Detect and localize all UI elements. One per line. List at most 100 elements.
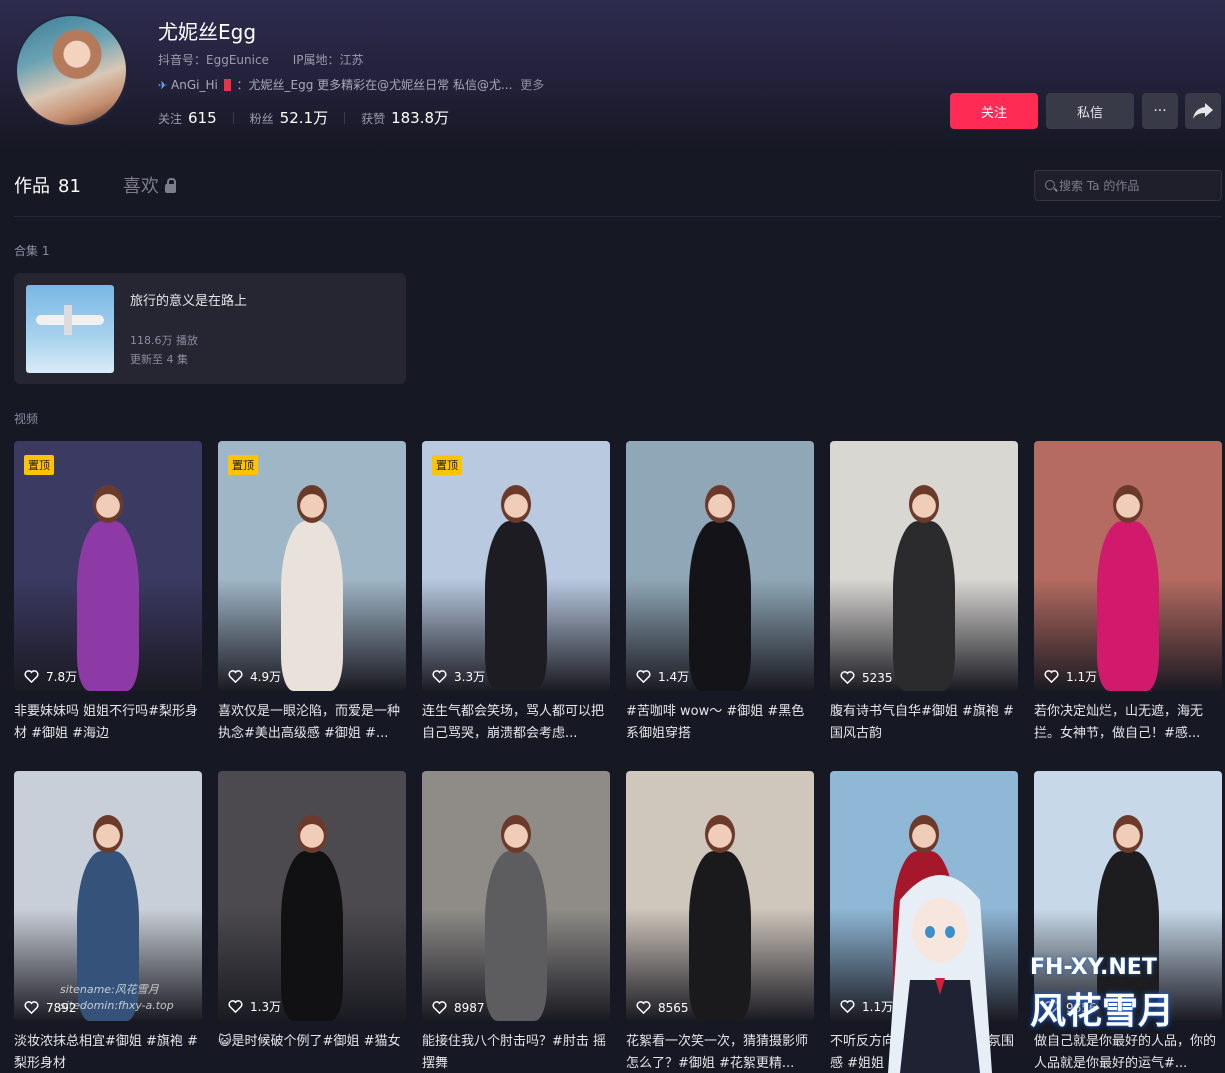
like-count: 1.1万 [1066, 670, 1098, 684]
heart-icon [228, 670, 243, 684]
video-caption[interactable]: 连生气都会笑场，骂人都可以把自己骂哭，崩溃都会考虑... [422, 701, 610, 745]
video-likes: 8987 [432, 1000, 485, 1015]
video-card[interactable]: 8565 花絮看一次笑一次，猜猜摄影师怎么了？#御姐 #花絮更精... [626, 771, 814, 1073]
profile-name: 尤妮丝Egg [158, 20, 257, 44]
search-placeholder: 搜索 Ta 的作品 [1059, 179, 1140, 193]
video-caption[interactable]: 做自己就是你最好的人品，你的人品就是你最好的运气#... [1034, 1031, 1222, 1073]
like-count: 1.4万 [658, 670, 690, 684]
video-thumbnail[interactable]: 8987 [422, 771, 610, 1021]
video-figure-head [93, 815, 123, 853]
video-card[interactable]: 置顶 4.9万喜欢仅是一眼沦陷，而爱是一种执念#美出高级感 #御姐 #... [218, 441, 406, 745]
stat-label: 关注 [158, 111, 183, 126]
collection-card[interactable]: 旅行的意义是在路上 118.6万 播放 更新至 4 集 [14, 273, 406, 384]
search-icon [1045, 179, 1055, 190]
heart-icon [432, 670, 447, 684]
airplane-wing [64, 305, 72, 335]
video-thumbnail[interactable]: 置顶 4.9万 [218, 441, 406, 691]
search-works-input[interactable]: 搜索 Ta 的作品 [1034, 170, 1222, 201]
douyin-id: 抖音号：EggEunice [158, 53, 269, 67]
video-caption[interactable]: 腹有诗书气自华#御姐 #旗袍 #国风古韵 [830, 701, 1018, 745]
avatar[interactable] [15, 14, 128, 127]
link-icon: ✈ [158, 79, 168, 92]
watermark-site: sitename:风花雪月 sitedomin:fhxy-a.top [60, 982, 174, 1014]
heart-icon [1044, 670, 1059, 684]
video-figure [485, 521, 547, 691]
stat-following[interactable]: 关注 615 [158, 109, 217, 127]
video-card[interactable]: 5235 腹有诗书气自华#御姐 #旗袍 #国风古韵 [830, 441, 1018, 745]
stat-followers[interactable]: 粉丝 52.1万 [250, 107, 328, 128]
tab-label: 作品 [14, 176, 50, 197]
tab-works[interactable]: 作品 81 [14, 172, 81, 198]
stat-value: 183.8万 [391, 109, 450, 127]
video-card[interactable]: 7892 淡妆浓抹总相宜#御姐 #旗袍 #梨形身材 [14, 771, 202, 1073]
watermark-site-name: sitename:风花雪月 [60, 983, 159, 996]
video-thumbnail[interactable]: 5235 [830, 441, 1018, 691]
stat-label: 粉丝 [249, 112, 274, 126]
video-likes: 5235 [840, 670, 893, 685]
video-figure-head [1113, 485, 1143, 523]
heart-icon [24, 1001, 39, 1015]
profile-tabs: 作品 81 喜欢 [14, 172, 176, 198]
video-card[interactable]: 1.3万 😺是时候破个例了#御姐 #猫女 [218, 771, 406, 1073]
follow-button[interactable]: 关注 [950, 93, 1038, 129]
heart-icon [840, 671, 855, 685]
video-figure-head [909, 485, 939, 523]
video-card[interactable]: 置顶 3.3万连生气都会笑场，骂人都可以把自己骂哭，崩溃都会考虑... [422, 441, 610, 745]
video-likes: 3.3万 [432, 668, 485, 685]
bio-more-link[interactable]: 更多 [520, 78, 544, 92]
video-thumbnail[interactable]: 1.1万 [1034, 441, 1222, 691]
like-count: 4.9万 [250, 670, 282, 684]
watermark-site-domain: sitedomin:fhxy-a.top [60, 999, 174, 1012]
video-caption[interactable]: 非要妹妹吗 姐姐不行吗#梨形身材 #御姐 #海边 [14, 701, 202, 745]
video-likes: 8565 [636, 1000, 689, 1015]
video-caption[interactable]: 能接住我八个肘击吗？#肘击 摇摆舞 [422, 1031, 610, 1073]
video-figure-head [501, 815, 531, 853]
video-card[interactable]: 置顶 7.8万非要妹妹吗 姐姐不行吗#梨形身材 #御姐 #海边 [14, 441, 202, 745]
collection-plays: 118.6万 播放 [130, 334, 198, 347]
video-thumbnail[interactable]: 置顶 7.8万 [14, 441, 202, 691]
tab-label: 喜欢 [122, 176, 159, 197]
video-caption[interactable]: 淡妆浓抹总相宜#御姐 #旗袍 #梨形身材 [14, 1031, 202, 1073]
heart-icon [24, 670, 39, 684]
more-options-button[interactable]: ··· [1142, 93, 1178, 129]
video-figure [77, 521, 139, 691]
heart-icon [228, 1000, 243, 1014]
video-card[interactable]: 1.4万 #苦咖啡 wow～ #御姐 #黑色系御姐穿搭 [626, 441, 814, 745]
tab-likes[interactable]: 喜欢 [123, 172, 176, 198]
anime-mascot-watermark [888, 875, 992, 1073]
video-figure-head [93, 485, 123, 523]
video-figure [281, 521, 343, 691]
watermark-logo-en: FH-XY.NET [1030, 955, 1157, 980]
profile-stats: 关注 615 粉丝 52.1万 获赞 183.8万 [158, 107, 449, 128]
pinned-badge: 置顶 [24, 455, 54, 475]
video-thumbnail[interactable]: 8565 [626, 771, 814, 1021]
video-caption[interactable]: 喜欢仅是一眼沦陷，而爱是一种执念#美出高级感 #御姐 #... [218, 701, 406, 745]
bio-user-link[interactable]: AnGi_Hi [171, 78, 218, 92]
collections-label: 合集 1 [14, 244, 50, 258]
video-thumbnail[interactable]: 1.3万 [218, 771, 406, 1021]
message-button[interactable]: 私信 [1046, 93, 1134, 129]
watermark-logo-cn: 风花雪月 [1030, 991, 1175, 1032]
video-caption[interactable]: 花絮看一次笑一次，猜猜摄影师怎么了？#御姐 #花絮更精... [626, 1031, 814, 1073]
share-button[interactable] [1185, 93, 1221, 129]
divider [232, 111, 234, 124]
stat-label: 获赞 [361, 112, 386, 126]
like-count: 8987 [454, 1000, 485, 1015]
divider [344, 111, 346, 124]
video-likes: 7.8万 [24, 668, 77, 685]
heart-icon [432, 1001, 447, 1015]
collection-update: 更新至 4 集 [130, 353, 188, 366]
like-count: 3.3万 [454, 670, 486, 684]
video-likes: 1.1万 [1044, 668, 1097, 685]
ip-location: IP属地：江苏 [292, 53, 364, 67]
like-count: 1.3万 [250, 1000, 282, 1014]
video-figure [689, 521, 751, 691]
video-thumbnail[interactable]: 1.4万 [626, 441, 814, 691]
video-caption[interactable]: 若你决定灿烂，山无遮，海无拦。女神节，做自己！#感... [1034, 701, 1222, 745]
video-thumbnail[interactable]: 置顶 3.3万 [422, 441, 610, 691]
video-caption[interactable]: #苦咖啡 wow～ #御姐 #黑色系御姐穿搭 [626, 701, 814, 745]
video-card[interactable]: 8987 能接住我八个肘击吗？#肘击 摇摆舞 [422, 771, 610, 1073]
video-card[interactable]: 1.1万若你决定灿烂，山无遮，海无拦。女神节，做自己！#感... [1034, 441, 1222, 745]
video-caption[interactable]: 😺是时候破个例了#御姐 #猫女 [218, 1031, 406, 1073]
heart-icon [840, 1000, 855, 1014]
